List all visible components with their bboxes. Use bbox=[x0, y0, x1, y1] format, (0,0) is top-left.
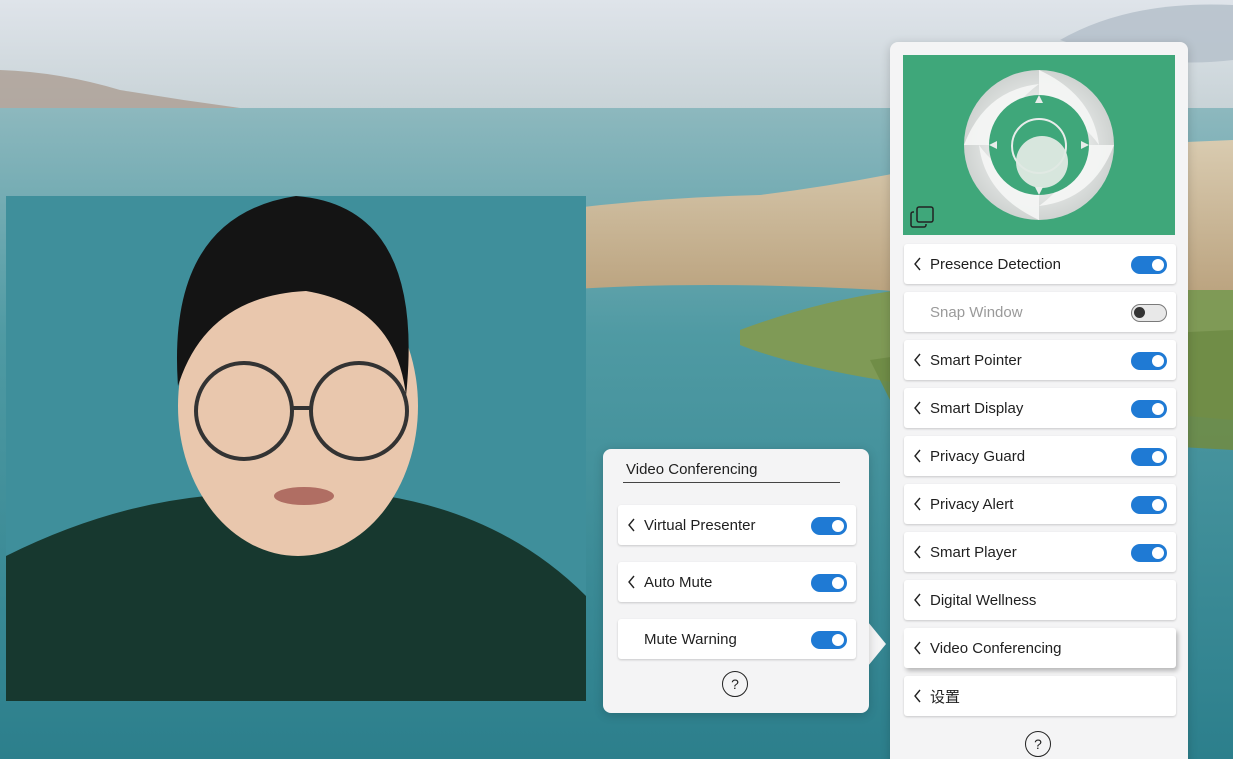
hero-banner bbox=[903, 55, 1175, 235]
privacy-alert-toggle[interactable] bbox=[1131, 496, 1167, 514]
virtual-presenter-toggle[interactable] bbox=[811, 517, 847, 535]
vc-item-auto-mute[interactable]: Auto Mute bbox=[618, 562, 856, 602]
help-button[interactable]: ? bbox=[722, 671, 748, 697]
item-label: 设置 bbox=[930, 688, 961, 706]
smart-pointer-toggle[interactable] bbox=[1131, 352, 1167, 370]
item-settings[interactable]: 设置 bbox=[904, 676, 1176, 716]
help-button[interactable]: ? bbox=[1025, 731, 1051, 757]
smart-display-toggle[interactable] bbox=[1131, 400, 1167, 418]
presence-detection-toggle[interactable] bbox=[1131, 256, 1167, 274]
copy-icon[interactable] bbox=[909, 205, 935, 229]
video-conferencing-flyout: Video Conferencing Virtual Presenter Aut… bbox=[603, 449, 869, 713]
snap-window-toggle[interactable] bbox=[1131, 304, 1167, 322]
item-label: Video Conferencing bbox=[930, 639, 1062, 657]
item-video-conferencing[interactable]: Video Conferencing bbox=[904, 628, 1176, 668]
auto-mute-toggle[interactable] bbox=[811, 574, 847, 592]
item-privacy-alert[interactable]: Privacy Alert bbox=[904, 484, 1176, 524]
chevron-left-icon[interactable] bbox=[904, 388, 930, 428]
item-presence-detection[interactable]: Presence Detection bbox=[904, 244, 1176, 284]
camera-preview bbox=[6, 196, 586, 701]
item-privacy-guard[interactable]: Privacy Guard bbox=[904, 436, 1176, 476]
flyout-title: Video Conferencing bbox=[623, 461, 840, 483]
flyout-pointer bbox=[868, 622, 886, 666]
item-smart-display[interactable]: Smart Display bbox=[904, 388, 1176, 428]
vc-item-mute-warning: Mute Warning bbox=[618, 619, 856, 659]
chevron-left-icon[interactable] bbox=[904, 484, 930, 524]
aperture-logo-icon bbox=[964, 70, 1114, 220]
item-smart-pointer[interactable]: Smart Pointer bbox=[904, 340, 1176, 380]
chevron-left-icon[interactable] bbox=[904, 580, 930, 620]
chevron-left-icon[interactable] bbox=[904, 532, 930, 572]
privacy-guard-toggle[interactable] bbox=[1131, 448, 1167, 466]
item-digital-wellness[interactable]: Digital Wellness bbox=[904, 580, 1176, 620]
chevron-left-icon[interactable] bbox=[904, 436, 930, 476]
chevron-left-icon[interactable] bbox=[904, 244, 930, 284]
chevron-left-icon[interactable] bbox=[904, 676, 930, 716]
chevron-left-icon[interactable] bbox=[904, 340, 930, 380]
chevron-left-icon[interactable] bbox=[618, 562, 644, 602]
smart-player-toggle[interactable] bbox=[1131, 544, 1167, 562]
item-snap-window: Snap Window bbox=[904, 292, 1176, 332]
item-smart-player[interactable]: Smart Player bbox=[904, 532, 1176, 572]
chevron-left-icon[interactable] bbox=[618, 505, 644, 545]
mute-warning-toggle[interactable] bbox=[811, 631, 847, 649]
vc-item-virtual-presenter[interactable]: Virtual Presenter bbox=[618, 505, 856, 545]
features-panel: Presence Detection Snap Window Smart Poi… bbox=[890, 42, 1188, 759]
item-label: Digital Wellness bbox=[930, 591, 1037, 609]
chevron-left-icon[interactable] bbox=[904, 628, 930, 668]
